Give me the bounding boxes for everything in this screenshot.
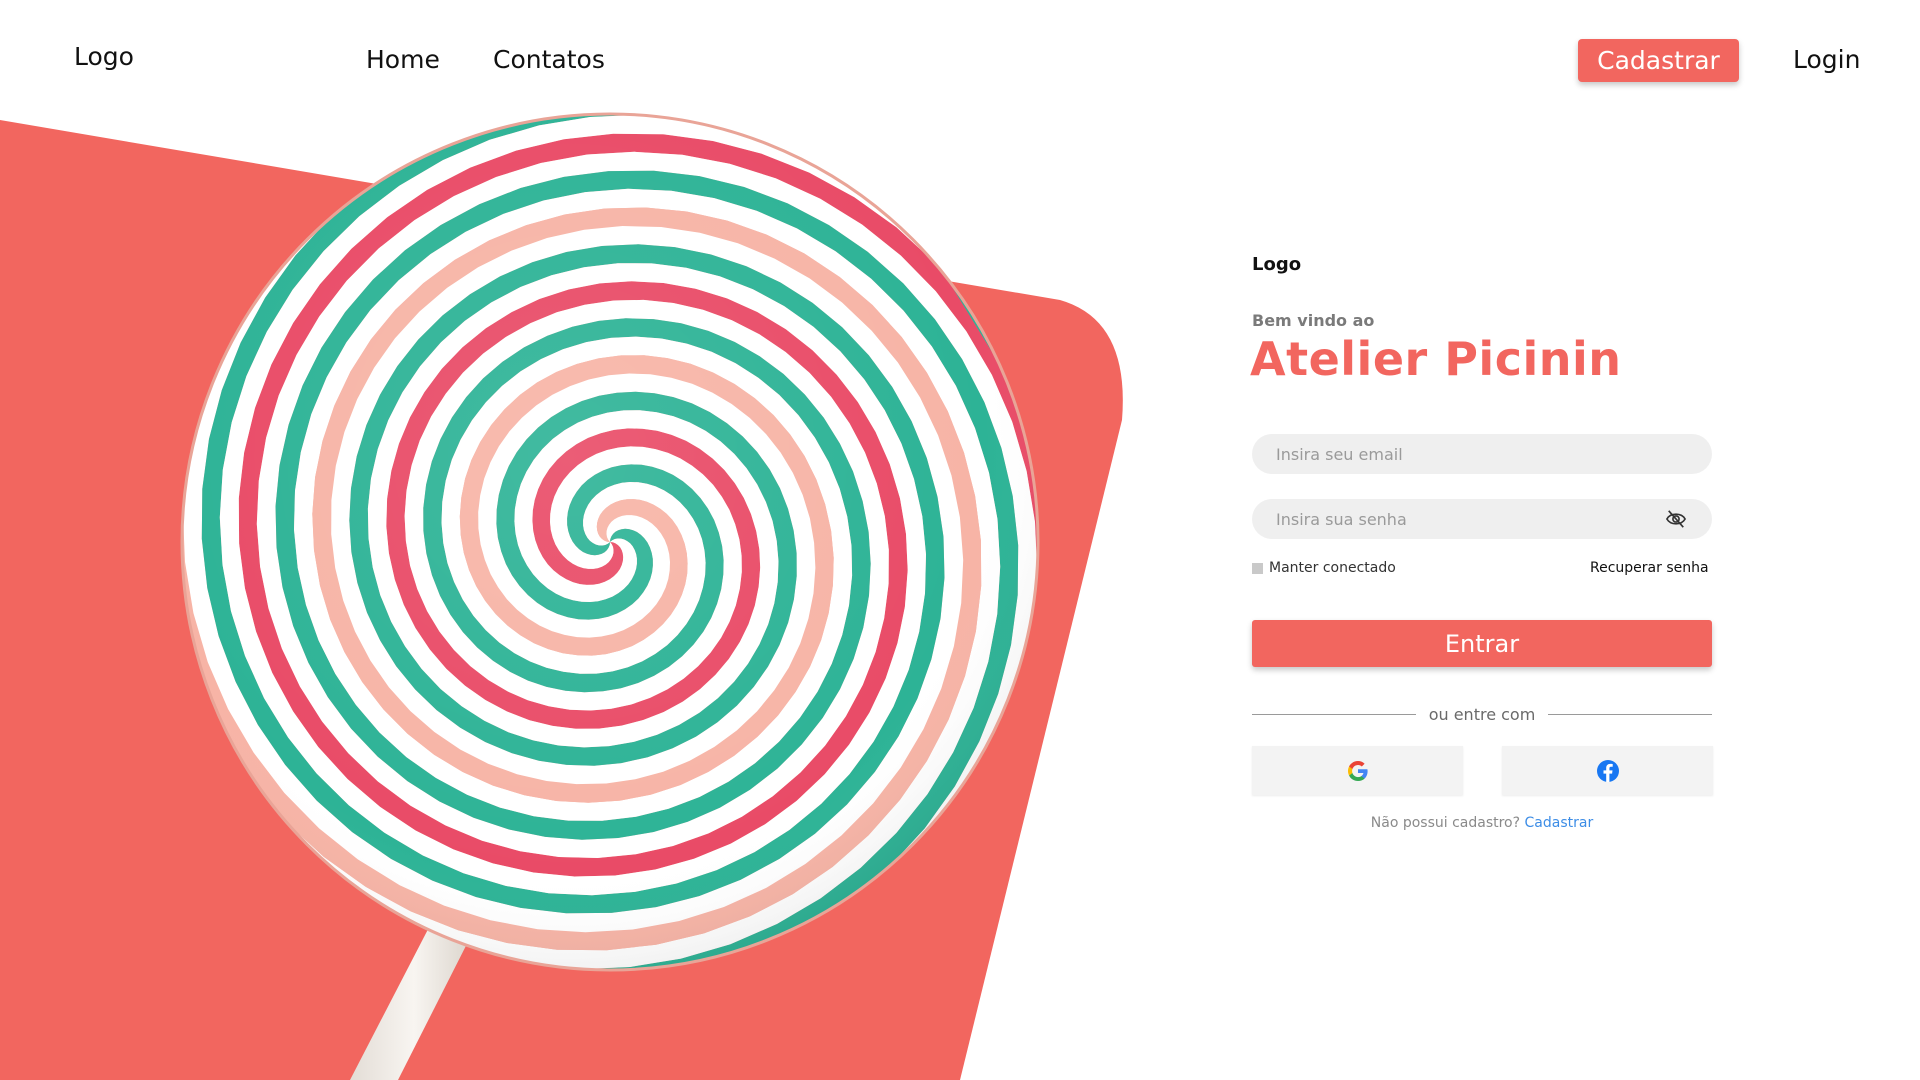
brand-title: Atelier Picinin <box>1250 332 1622 386</box>
checkbox-box[interactable] <box>1252 562 1263 574</box>
login-logo: Logo <box>1252 254 1302 275</box>
remember-me-checkbox[interactable]: Manter conectado <box>1252 560 1396 576</box>
recover-password-link[interactable]: Recuperar senha <box>1590 560 1709 576</box>
eye-off-icon[interactable] <box>1665 509 1687 529</box>
signup-prompt: Não possui cadastro? Cadastrar <box>1252 815 1712 831</box>
facebook-login-button[interactable] <box>1502 746 1713 795</box>
divider-line-right <box>1548 714 1712 715</box>
google-icon <box>1347 760 1368 781</box>
header-login-link[interactable]: Login <box>1793 45 1860 74</box>
welcome-text: Bem vindo ao <box>1252 311 1375 330</box>
nav-contacts-link[interactable]: Contatos <box>493 45 605 74</box>
password-field[interactable] <box>1252 499 1712 539</box>
signup-link[interactable]: Cadastrar <box>1525 815 1594 831</box>
google-login-button[interactable] <box>1252 746 1463 795</box>
social-divider-text: ou entre com <box>1428 705 1536 724</box>
login-submit-button[interactable]: Entrar <box>1252 620 1712 667</box>
facebook-icon <box>1596 759 1619 782</box>
header-signup-button[interactable]: Cadastrar <box>1578 39 1739 82</box>
email-field[interactable] <box>1252 434 1712 474</box>
no-account-text: Não possui cadastro? <box>1370 815 1521 831</box>
remember-me-label: Manter conectado <box>1269 560 1396 576</box>
divider-line-left <box>1252 714 1416 715</box>
page: Logo Home Contatos Cadastrar Login Logo … <box>0 0 1920 1080</box>
nav-home-link[interactable]: Home <box>366 45 440 74</box>
hero-illustration <box>0 112 1123 1080</box>
header-logo[interactable]: Logo <box>74 42 134 71</box>
